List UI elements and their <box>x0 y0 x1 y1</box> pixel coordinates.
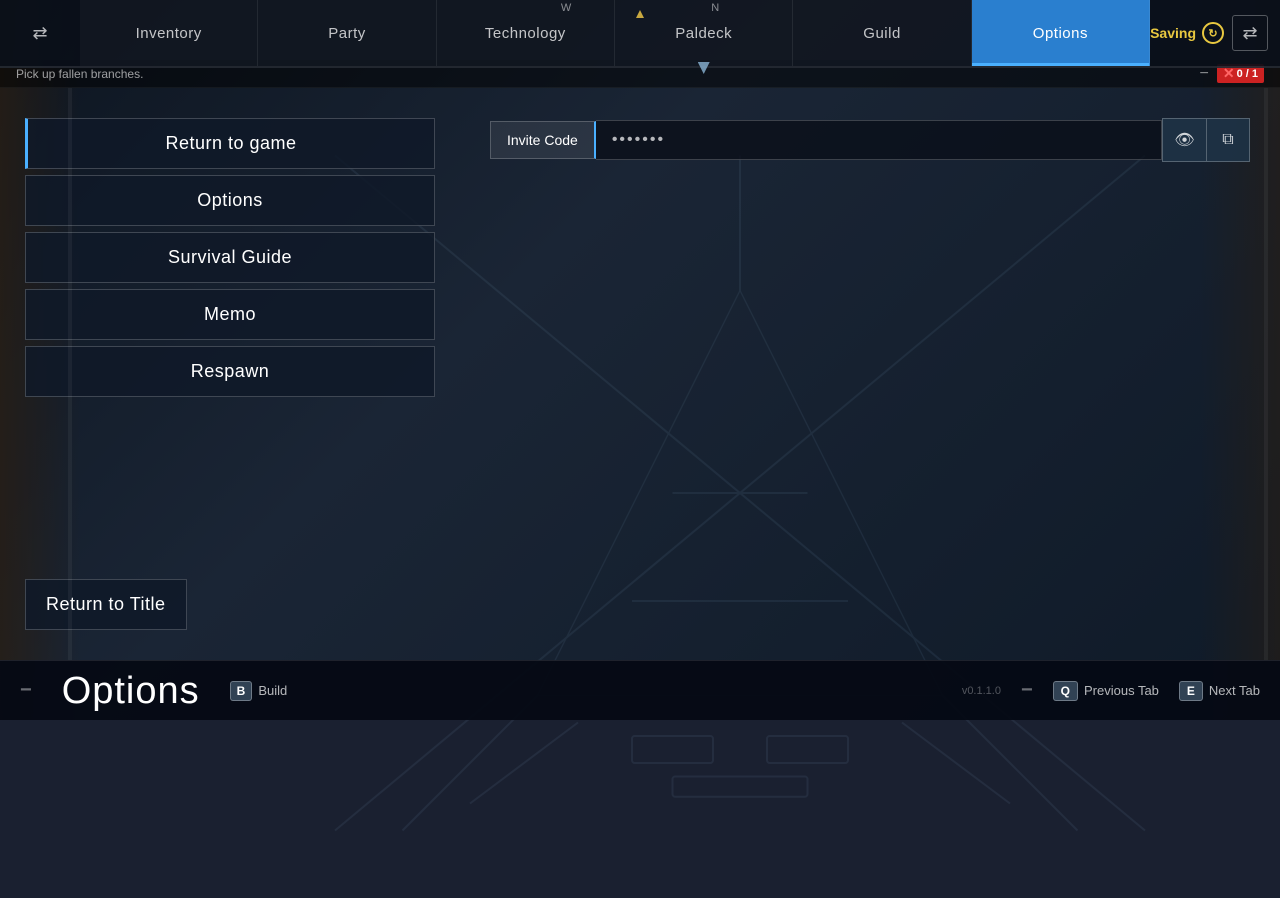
memo-button[interactable]: Memo <box>25 289 435 340</box>
invite-code-copy-button[interactable]: ⧉ <box>1206 118 1250 162</box>
previous-tab-button[interactable]: Q Previous Tab <box>1053 681 1159 701</box>
tab-party[interactable]: Party <box>258 0 436 66</box>
tab-inventory[interactable]: Inventory <box>80 0 258 66</box>
return-title-area: Return to Title <box>25 579 435 630</box>
notification-text: Pick up fallen branches. <box>16 67 143 81</box>
eye-icon: 👁 <box>1174 130 1194 150</box>
saving-indicator: Saving ↻ <box>1150 22 1224 44</box>
version-text: v0.1.1.0 <box>962 685 1001 697</box>
tab-options[interactable]: Options <box>972 0 1150 66</box>
right-panel: Invite Code 👁 ⧉ <box>460 88 1280 660</box>
bottom-right: v0.1.1.0 − Q Previous Tab E Next Tab <box>962 679 1260 702</box>
return-to-game-button[interactable]: Return to game <box>25 118 435 169</box>
swap-right-button[interactable]: ⇄ <box>1232 15 1268 51</box>
bottom-minus-icon: − <box>20 679 32 702</box>
tab-guild[interactable]: Guild <box>793 0 971 66</box>
invite-code-input[interactable] <box>596 120 1162 160</box>
build-label: Build <box>258 683 287 698</box>
scroll-bar-left <box>68 88 72 660</box>
navigation-tabs: Inventory Party Technology Paldeck Guild… <box>80 0 1150 66</box>
main-content: Return to game Options Survival Guide Me… <box>0 88 1280 660</box>
invite-code-row: Invite Code 👁 ⧉ <box>490 118 1250 162</box>
respawn-button[interactable]: Respawn <box>25 346 435 397</box>
swap-left-button[interactable]: ⇄ <box>0 0 80 66</box>
tab-paldeck[interactable]: Paldeck <box>615 0 793 66</box>
page-title-area: Options <box>62 672 200 710</box>
prev-tab-label: Previous Tab <box>1084 683 1159 698</box>
invite-code-eye-button[interactable]: 👁 <box>1162 118 1206 162</box>
top-bar-right: Saving ↻ ⇄ <box>1150 0 1280 66</box>
next-tab-button[interactable]: E Next Tab <box>1179 681 1260 701</box>
scroll-bar-right <box>1264 88 1268 660</box>
bottom-right-minus-icon: − <box>1021 679 1033 702</box>
return-to-title-button[interactable]: Return to Title <box>25 579 187 630</box>
page-title: Options <box>62 672 200 710</box>
next-tab-key: E <box>1179 681 1203 701</box>
invite-code-buttons: 👁 ⧉ <box>1162 118 1250 162</box>
menu-buttons: Return to game Options Survival Guide Me… <box>25 118 435 397</box>
tab-technology[interactable]: Technology <box>437 0 615 66</box>
build-key: B <box>230 681 253 701</box>
saving-icon: ↻ <box>1202 22 1224 44</box>
invite-code-label: Invite Code <box>490 121 596 159</box>
next-tab-label: Next Tab <box>1209 683 1260 698</box>
bottom-bar: − Options B Build v0.1.1.0 − Q Previous … <box>0 660 1280 720</box>
prev-tab-key: Q <box>1053 681 1078 701</box>
build-button[interactable]: B Build <box>230 681 288 701</box>
copy-icon: ⧉ <box>1222 131 1233 149</box>
bottom-left: − Options B Build <box>20 672 287 710</box>
options-button[interactable]: Options <box>25 175 435 226</box>
survival-guide-button[interactable]: Survival Guide <box>25 232 435 283</box>
spacer <box>25 397 435 579</box>
